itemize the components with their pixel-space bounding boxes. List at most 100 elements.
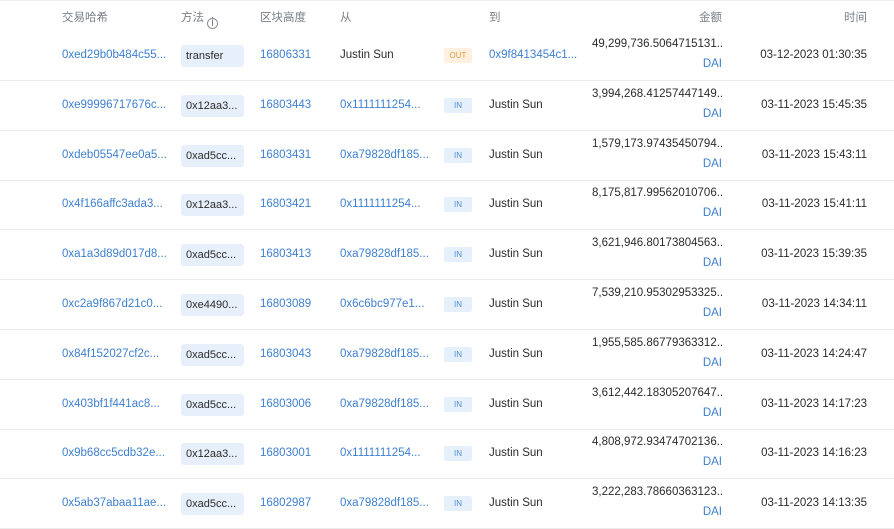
block-link[interactable]: 16803421 [260,198,311,210]
to-address: Justin Sun [489,447,543,460]
timestamp: 03-11-2023 14:13:35 [761,497,867,510]
method-badge: 0xe4490... [181,294,244,316]
token-link[interactable]: DAI [703,456,722,468]
amount-value: 3,612,442.18305207647... [592,386,722,399]
timestamp: 03-12-2023 01:30:35 [760,49,867,61]
method-badge: 0xad5cc... [181,244,244,267]
method-badge: 0x12aa3... [181,94,244,117]
method-badge: 0x12aa3... [181,194,244,217]
table-row[interactable]: 0xa1a3d89d017d8... 0xad5cc... 16803413 0… [0,229,894,281]
timestamp: 03-11-2023 14:34:11 [761,298,867,310]
from-address[interactable]: 0xa79828df185... [340,348,429,360]
table-row[interactable]: 0x403bf1f441ac8... 0xad5cc... 16803006 0… [0,379,894,430]
to-address: Justin Sun [489,298,543,310]
token-link[interactable]: DAI [703,207,722,219]
from-address[interactable]: 0xa79828df185... [340,248,429,260]
block-link[interactable]: 16806331 [260,49,311,61]
direction-badge: IN [444,97,472,113]
from-address[interactable]: 0xa79828df185... [340,398,429,410]
timestamp: 03-11-2023 15:39:35 [761,248,867,261]
amount-value: 7,539,210.95302953325... [592,287,722,299]
table-row[interactable]: 0xed29b0b484c55... transfer 16806331 Jus… [0,30,894,81]
block-link[interactable]: 16803006 [260,398,311,410]
to-address: Justin Sun [489,497,543,510]
block-link[interactable]: 16802987 [260,497,311,509]
timestamp: 03-11-2023 14:16:23 [761,447,867,460]
token-link[interactable]: DAI [703,506,722,518]
amount-value: 1,955,585.86779363312... [592,336,722,349]
table-row[interactable]: 0xc2a9f867d21c0... 0xe4490... 16803089 0… [0,279,894,330]
tx-hash-link[interactable]: 0x84f152027cf2c... [62,348,159,360]
tx-hash-link[interactable]: 0xa1a3d89d017d8... [62,248,167,260]
token-link[interactable]: DAI [703,357,722,369]
block-link[interactable]: 16803443 [260,99,311,111]
method-badge: 0x12aa3... [181,443,244,466]
tx-hash-link[interactable]: 0xc2a9f867d21c0... [62,298,162,310]
table-row[interactable]: 0xdeb05547ee0a5... 0xad5cc... 16803431 0… [0,130,894,181]
amount-value: 8,175,817.99562010706... [592,187,722,200]
amount-value: 3,994,268.41257447149... [592,87,722,100]
table-row[interactable]: 0x5ab37abaa11ae... 0xad5cc... 16802987 0… [0,478,894,529]
tx-hash-link[interactable]: 0xed29b0b484c55... [62,49,166,61]
method-badge: 0xad5cc... [181,144,244,167]
method-badge: 0xad5cc... [181,343,244,366]
table-row[interactable]: 0xe99996717676c... 0x12aa3... 16803443 0… [0,80,894,131]
tx-hash-link[interactable]: 0x403bf1f441ac8... [62,398,160,410]
block-link[interactable]: 16803001 [260,447,311,459]
column-header-hash: 交易哈希 [62,12,108,24]
token-link[interactable]: DAI [703,407,722,419]
method-badge: 0xad5cc... [181,493,244,516]
from-address[interactable]: 0x1111111254... [340,99,421,111]
to-address[interactable]: 0x9f8413454c1... [489,49,577,61]
token-link[interactable]: DAI [703,108,722,120]
direction-badge: IN [444,446,472,462]
token-link[interactable]: DAI [703,58,722,70]
table-row[interactable]: 0x4f166affc3ada3... 0x12aa3... 16803421 … [0,179,894,231]
tx-hash-link[interactable]: 0x5ab37abaa11ae... [62,497,166,509]
to-address: Justin Sun [489,148,543,161]
table-row[interactable]: 0x84f152027cf2c... 0xad5cc... 16803043 0… [0,329,894,380]
amount-value: 49,299,736.5064715131... [592,38,722,50]
direction-badge: IN [444,197,472,213]
from-address[interactable]: 0xa79828df185... [340,497,429,509]
direction-badge: IN [444,396,472,412]
direction-badge: IN [444,346,472,362]
from-address[interactable]: 0xa79828df185... [340,149,429,161]
tx-hash-link[interactable]: 0x4f166affc3ada3... [62,198,163,210]
table-header: 交易哈希 方法 i 区块高度 从 到 金额 时间 [0,0,894,32]
from-address[interactable]: 0x1111111254... [340,447,421,459]
from-address[interactable]: 0x6c6bc977e1... [340,298,424,310]
to-address: Justin Sun [489,397,543,410]
to-address: Justin Sun [489,198,543,211]
from-address[interactable]: 0x1111111254... [340,198,421,210]
token-link[interactable]: DAI [703,257,722,269]
to-address: Justin Sun [489,248,543,261]
from-address: Justin Sun [340,49,394,61]
timestamp: 03-11-2023 14:24:47 [761,347,867,360]
tx-hash-link[interactable]: 0xdeb05547ee0a5... [62,149,167,161]
column-header-to: 到 [489,12,501,24]
block-link[interactable]: 16803413 [260,248,311,260]
column-header-from: 从 [340,12,352,24]
block-link[interactable]: 16803089 [260,298,311,310]
block-link[interactable]: 16803431 [260,149,311,161]
to-address: Justin Sun [489,98,543,111]
block-link[interactable]: 16803043 [260,348,311,360]
info-icon[interactable]: i [207,17,218,29]
timestamp: 03-11-2023 15:45:35 [761,98,867,111]
to-address: Justin Sun [489,347,543,360]
column-header-method: 方法 i [181,9,218,29]
token-link[interactable]: DAI [703,307,722,319]
method-badge: 0xad5cc... [181,393,244,416]
direction-badge: OUT [444,48,472,63]
table-row[interactable]: 0x9b68cc5cdb32e... 0x12aa3... 16803001 0… [0,428,894,480]
amount-value: 4,808,972.93474702136... [592,436,722,449]
column-header-block: 区块高度 [260,12,306,24]
tx-hash-link[interactable]: 0xe99996717676c... [62,99,166,111]
tx-hash-link[interactable]: 0x9b68cc5cdb32e... [62,447,165,459]
amount-value: 3,621,946.80173804563... [592,237,722,250]
method-badge: transfer [181,45,244,67]
timestamp: 03-11-2023 14:17:23 [761,397,867,410]
direction-badge: IN [444,496,472,512]
token-link[interactable]: DAI [703,158,722,170]
